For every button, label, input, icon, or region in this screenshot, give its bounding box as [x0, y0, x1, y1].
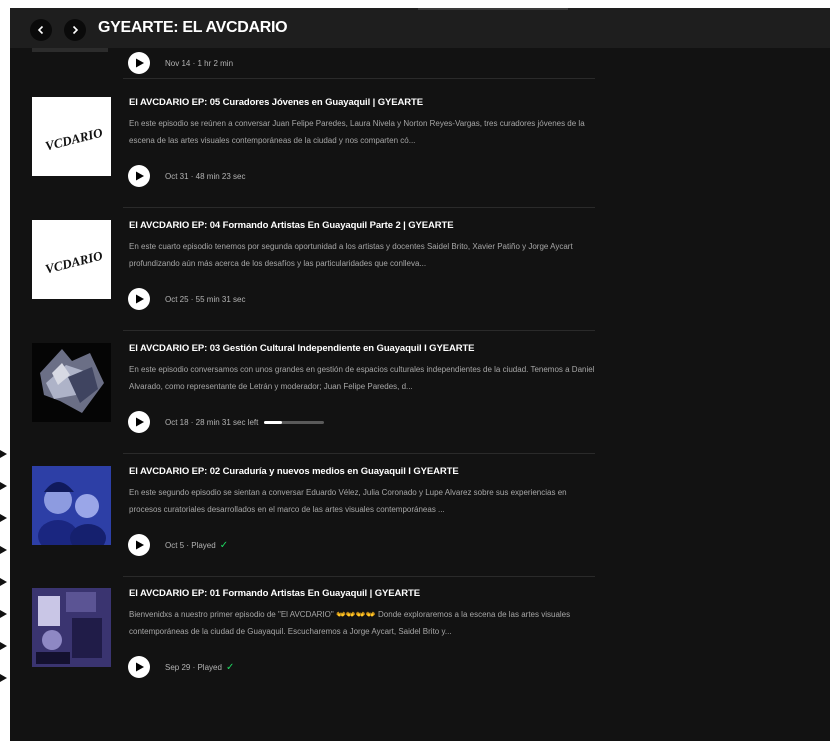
play-icon: [136, 540, 144, 550]
episode-title[interactable]: El AVCDARIO EP: 02 Curaduría y nuevos me…: [129, 466, 459, 477]
previous-episode-thumbnail-edge: [32, 48, 108, 52]
episode-row[interactable]: El AVCDARIO EP: 01 Formando Artistas En …: [10, 588, 830, 710]
episode-divider: [123, 78, 595, 79]
episode-row[interactable]: El AVCDARIO EP: 02 Curaduría y nuevos me…: [10, 466, 830, 588]
episode-meta-row: Oct 5 · Played ✓: [128, 534, 228, 556]
episode-description: En este cuarto episodio tenemos por segu…: [129, 242, 573, 268]
left-edge-artifact: [0, 450, 7, 682]
episode-description: En este segundo episodio se sientan a co…: [129, 488, 567, 514]
play-button[interactable]: [128, 534, 150, 556]
episode-row[interactable]: VCDARIO El AVCDARIO EP: 04 Formando Arti…: [10, 220, 830, 342]
episode-thumbnail: [32, 588, 111, 667]
play-icon: [136, 417, 144, 427]
episode-meta: Nov 14 · 1 hr 2 min: [165, 58, 234, 68]
topbar-divider: [418, 8, 568, 10]
episode-description: En este episodio conversamos con unos gr…: [129, 365, 595, 391]
episode-divider: [123, 576, 595, 577]
show-title: GYEARTE: EL AVCDARIO: [98, 19, 288, 36]
episode-title[interactable]: El AVCDARIO EP: 01 Formando Artistas En …: [129, 588, 420, 599]
episode-meta: Oct 5 · Played: [165, 540, 216, 550]
play-button[interactable]: [128, 411, 150, 433]
episode-meta-row: Sep 29 · Played ✓: [128, 656, 234, 678]
episode-divider: [123, 330, 595, 331]
episode-divider: [123, 207, 595, 208]
app-window: GYEARTE: EL AVCDARIO Nov 14 · 1 hr 2 min…: [10, 8, 830, 741]
episode-title[interactable]: El AVCDARIO EP: 04 Formando Artistas En …: [129, 220, 454, 231]
play-button[interactable]: [128, 288, 150, 310]
episode-row[interactable]: VCDARIO El AVCDARIO EP: 05 Curadores Jóv…: [10, 97, 830, 219]
episode-meta-row: Oct 25 · 55 min 31 sec: [128, 288, 245, 310]
previous-episode-meta-row: Nov 14 · 1 hr 2 min: [128, 52, 233, 74]
episode-thumbnail: [32, 466, 111, 545]
episode-meta-row: Oct 31 · 48 min 23 sec: [128, 165, 245, 187]
play-button[interactable]: [128, 165, 150, 187]
episode-meta: Oct 18 · 28 min 31 sec left: [165, 417, 259, 427]
progress-bar: [264, 420, 325, 424]
forward-button[interactable]: [64, 19, 86, 41]
avcdario-logo: VCDARIO: [44, 125, 105, 154]
progress-bar-fill: [264, 420, 283, 424]
chevron-right-icon: [72, 25, 79, 35]
back-button[interactable]: [30, 19, 52, 41]
episode-divider: [123, 453, 595, 454]
episode-row[interactable]: El AVCDARIO EP: 03 Gestión Cultural Inde…: [10, 343, 830, 465]
episode-title[interactable]: El AVCDARIO EP: 05 Curadores Jóvenes en …: [129, 97, 423, 108]
episode-thumbnail: VCDARIO: [32, 97, 111, 176]
play-button[interactable]: [128, 656, 150, 678]
episode-description: Bienvenidxs a nuestro primer episodio de…: [129, 610, 571, 636]
avcdario-logo: VCDARIO: [44, 248, 105, 277]
episode-thumbnail: [32, 343, 111, 422]
play-icon: [136, 294, 144, 304]
play-icon: [136, 662, 144, 672]
top-bar: GYEARTE: EL AVCDARIO: [10, 8, 830, 48]
episode-thumbnail: VCDARIO: [32, 220, 111, 299]
play-button[interactable]: [128, 52, 150, 74]
played-check-icon: ✓: [219, 539, 229, 551]
episode-title[interactable]: El AVCDARIO EP: 03 Gestión Cultural Inde…: [129, 343, 475, 354]
played-check-icon: ✓: [225, 661, 235, 673]
episode-meta: Oct 31 · 48 min 23 sec: [165, 171, 246, 181]
episode-meta: Oct 25 · 55 min 31 sec: [165, 294, 246, 304]
play-icon: [136, 58, 144, 68]
episode-description: En este episodio se reúnen a conversar J…: [129, 119, 585, 145]
episode-meta: Sep 29 · Played: [165, 662, 222, 672]
play-icon: [136, 171, 144, 181]
chevron-left-icon: [37, 25, 44, 35]
episode-meta-row: Oct 18 · 28 min 31 sec left: [128, 411, 325, 433]
